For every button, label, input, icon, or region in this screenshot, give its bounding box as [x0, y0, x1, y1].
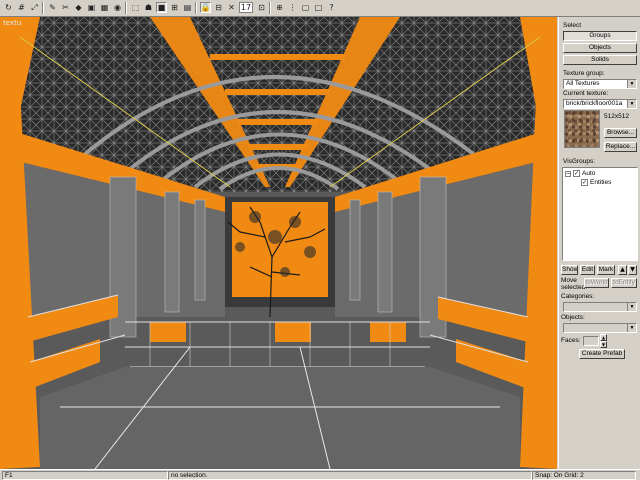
cordon-icon[interactable]: ▢ — [300, 2, 311, 13]
faces-label: Faces: — [561, 337, 581, 344]
toolbar-separator — [125, 2, 127, 14]
move-selected-label: Move selected: — [561, 277, 588, 291]
texture-size: 512x512 — [604, 113, 629, 120]
select-objects-button[interactable]: Objects — [563, 43, 637, 53]
replace-button[interactable]: Replace... — [604, 142, 637, 152]
status-snap-grid: Snap: On Grid: 2 — [532, 471, 636, 480]
select-groups-button[interactable]: Groups — [563, 31, 637, 41]
carve-icon[interactable]: ✕ — [226, 2, 237, 13]
rotate-icon[interactable]: ↻ — [3, 2, 14, 13]
status-selection: no selection. — [168, 471, 532, 480]
object-properties-panel: Select Groups Objects Solids Texture gro… — [558, 17, 640, 469]
select-icon[interactable]: ⬚ — [130, 2, 141, 13]
texture-icon[interactable]: ▦ — [99, 2, 110, 13]
objects-label: Objects: — [561, 314, 585, 321]
chevron-down-icon: ▼ — [627, 80, 636, 88]
visgroup-entities[interactable]: ✓ Entities — [581, 179, 611, 186]
select-solids-button[interactable]: Solids — [563, 55, 637, 65]
grid-size-field[interactable]: 17 — [239, 2, 253, 13]
camera-icon[interactable]: ◉ — [112, 2, 123, 13]
visgroup-mark-button[interactable]: Mark — [597, 265, 615, 275]
move-up-icon[interactable]: ▲ — [618, 265, 627, 275]
chevron-down-icon: ▼ — [627, 100, 636, 108]
visgroup-entities-label: Entities — [590, 179, 612, 186]
main-toolbar: ↻ # ⤢ ✎ ✂ ◆ ▣ ▦ ◉ ⬚ ☗ ■ ⊞ ▤ 🔒 ⊟ ✕ 17 ⊡ ⊕ ⋮ ▢ □? — [0, 0, 640, 17]
texlock-icon[interactable]: 🔒 — [200, 2, 211, 13]
toolbar-separator — [269, 2, 271, 14]
create-prefab-button[interactable]: Create Prefab — [579, 349, 625, 359]
faces-spin-up-icon[interactable]: ▲ — [600, 334, 607, 341]
visgroup-auto-checkbox[interactable]: ✓ — [573, 170, 580, 177]
grid-toggle-icon[interactable]: ⋮ — [287, 2, 298, 13]
visgroup-entities-checkbox[interactable]: ✓ — [581, 179, 588, 186]
entity-icon[interactable]: ☗ — [143, 2, 154, 13]
visgroup-show-button[interactable]: Show — [561, 265, 578, 275]
toolbar-separator — [195, 2, 197, 14]
move-down-icon[interactable]: ▼ — [628, 265, 637, 275]
group-icon[interactable]: ⊞ — [169, 2, 180, 13]
visgroups-label: VisGroups: — [563, 158, 596, 165]
viewport-label: textu — [3, 19, 22, 27]
to-entity-button[interactable]: toEntity — [611, 278, 637, 288]
texture-group-select[interactable]: All Textures ▼ — [563, 79, 637, 89]
current-texture-label: Current texture: — [563, 90, 609, 97]
ungroup-icon[interactable]: ⊟ — [213, 2, 224, 13]
status-bar: F1 no selection. Snap: On Grid: 2 — [0, 469, 640, 480]
toolbar-separator — [42, 2, 44, 14]
visgroup-auto[interactable]: − ✓ Auto — [565, 170, 595, 177]
current-texture-select[interactable]: brick/brickfloor001a ▼ — [563, 99, 637, 109]
browse-button[interactable]: Browse... — [604, 128, 637, 138]
overlay-icon[interactable]: ▣ — [86, 2, 97, 13]
to-world-button[interactable]: toWorld — [584, 278, 609, 288]
decal-icon[interactable]: ◆ — [73, 2, 84, 13]
block-icon[interactable]: ■ — [156, 2, 167, 13]
box-icon[interactable]: □ — [313, 2, 324, 13]
chevron-down-icon: ▼ — [627, 324, 636, 332]
visgroup-edit-button[interactable]: Edit — [580, 265, 595, 275]
tree-expander-icon[interactable]: − — [565, 170, 571, 177]
brush-icon[interactable]: ✎ — [47, 2, 58, 13]
grid-size-icon[interactable]: ⊡ — [256, 2, 267, 13]
texture-group-label: Texture group: — [563, 70, 605, 77]
toggle-groups-icon[interactable]: ▤ — [182, 2, 193, 13]
status-help: F1 — [2, 471, 168, 480]
current-texture-value: brick/brickfloor001a — [566, 100, 623, 107]
clip-icon[interactable]: ✂ — [60, 2, 71, 13]
snap-icon[interactable]: ⊕ — [274, 2, 285, 13]
visgroups-tree[interactable]: − ✓ Auto ✓ Entities — [562, 167, 638, 261]
objects-select[interactable]: ▼ — [563, 323, 637, 333]
categories-select[interactable]: ▼ — [563, 302, 637, 312]
faces-spin-down-icon[interactable]: ▼ — [600, 341, 607, 348]
select-label: Select — [563, 22, 582, 29]
visgroup-auto-label: Auto — [582, 170, 596, 177]
chevron-down-icon: ▼ — [627, 303, 636, 311]
categories-label: Categories: — [561, 293, 595, 300]
help-icon[interactable]: ? — [326, 2, 337, 13]
faces-input[interactable] — [583, 336, 599, 346]
scale-icon[interactable]: ⤢ — [29, 2, 40, 13]
3d-viewport[interactable]: textu — [0, 17, 557, 469]
3d-scene-render — [0, 17, 557, 469]
texture-preview-image — [564, 110, 600, 148]
texture-group-value: All Textures — [566, 80, 600, 87]
grid-icon[interactable]: # — [16, 2, 27, 13]
